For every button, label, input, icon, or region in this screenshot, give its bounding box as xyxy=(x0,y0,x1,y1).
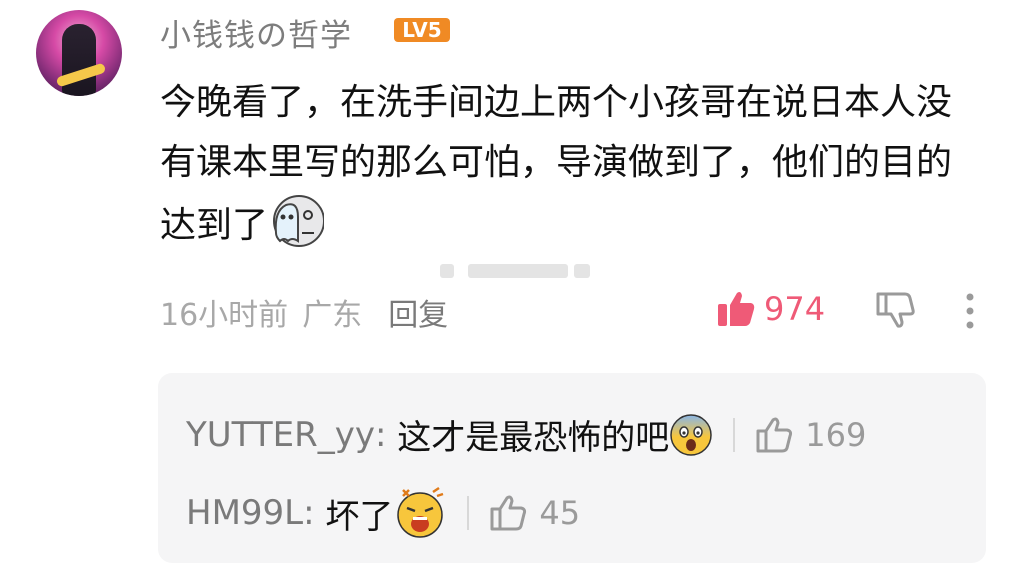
divider xyxy=(733,417,736,452)
thumbs-up-icon[interactable] xyxy=(755,416,795,454)
thumbs-up-icon[interactable] xyxy=(489,494,529,532)
reply-text: 坏了 xyxy=(325,496,394,537)
comment-location: 广东 xyxy=(302,298,363,333)
comment-time: 16小时前 xyxy=(160,298,289,333)
comment-username[interactable]: 小钱钱の哲学 xyxy=(160,10,352,55)
reply-button[interactable]: 回复 xyxy=(388,298,448,333)
comment-meta: 16小时前 广东 回复 xyxy=(160,290,462,334)
more-vertical-icon xyxy=(966,293,974,329)
like-count: 974 xyxy=(764,290,826,328)
thumbs-down-icon xyxy=(876,292,915,328)
thumbs-up-filled-icon xyxy=(718,292,755,326)
reply-colon: : xyxy=(374,414,398,455)
divider xyxy=(467,496,470,530)
avatar[interactable] xyxy=(36,10,122,96)
more-options-button[interactable] xyxy=(964,292,976,334)
reply-like-count: 169 xyxy=(805,415,867,454)
screaming-face-emoji-icon xyxy=(670,413,712,456)
reply-text: 这才是最恐怖的吧 xyxy=(397,418,670,458)
reply-item[interactable]: YUTTER_yy: 这才是最恐怖的吧 169 xyxy=(186,410,866,459)
ghost-face-emoji-icon xyxy=(273,195,325,247)
reply-like-count: 45 xyxy=(539,494,581,532)
reply-username[interactable]: HM99L xyxy=(186,493,303,533)
shocked-face-emoji-icon xyxy=(397,486,444,538)
reply-colon: : xyxy=(303,493,326,533)
dislike-button[interactable] xyxy=(874,290,916,334)
comment-text: 今晚看了，在洗手间边上两个小孩哥在说日本人没有课本里写的那么可怕，导演做到了，他… xyxy=(160,73,970,256)
reply-username[interactable]: YUTTER_yy xyxy=(186,415,375,455)
level-badge: LV5 xyxy=(394,18,450,42)
like-button[interactable]: 974 xyxy=(716,290,825,328)
reply-item[interactable]: HM99L: 坏了 45 xyxy=(186,486,580,540)
